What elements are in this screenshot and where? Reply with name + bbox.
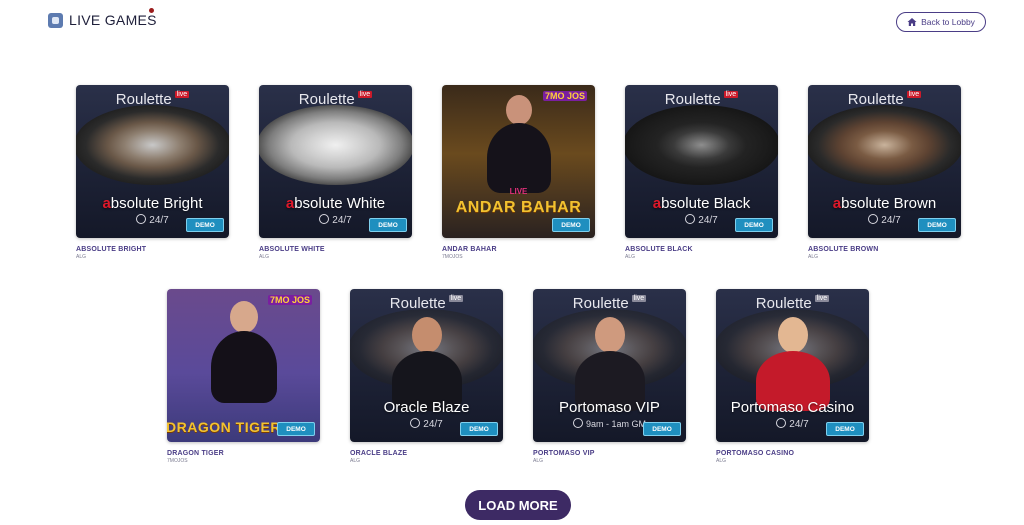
dealer-body-image [210,331,277,403]
game-provider: ALG [808,254,819,260]
game-thumbnail[interactable]: Roulette live absolute Bright 24/7 DEMO [76,85,229,238]
game-title[interactable]: ANDAR BAHAR [442,246,595,253]
game-provider: 7MOJOS [167,458,188,464]
game-name-overlay: absolute Brown [832,195,937,212]
dealer-image [505,95,532,125]
live-games-icon [48,12,63,28]
notification-dot [149,8,154,13]
game-card-portomaso-vip[interactable]: Roulette live Portomaso VIP 9am - 1am GM … [533,289,686,464]
page-title: LIVE GAMES [69,12,157,28]
clock-icon [136,214,147,224]
game-thumbnail[interactable]: Roulette live absolute Brown 24/7 DEMO [808,85,961,238]
demo-button[interactable]: DEMO [918,218,956,232]
live-label: LIVE [509,187,528,196]
roulette-wheel-image [808,105,961,185]
roulette-label: Roulette live [115,91,190,108]
dealer-image [411,317,442,353]
roulette-wheel-image [625,105,778,185]
live-badge: live [723,91,739,98]
dealer-body-image [486,123,551,193]
roulette-wheel-image [259,105,412,185]
game-name-overlay: absolute Black [652,195,751,212]
game-title[interactable]: ABSOLUTE WHITE [259,246,412,253]
game-thumbnail[interactable]: Roulette live Portomaso Casino 24/7 DEMO [716,289,869,442]
game-provider: ALG [533,458,544,464]
back-to-lobby-button[interactable]: Back to Lobby [896,12,986,32]
live-badge: live [631,295,647,302]
clock-icon [410,418,421,428]
game-card-andar-bahar[interactable]: 7MO JOS LIVE ANDAR BAHAR DEMO ANDAR BAHA… [442,85,595,260]
live-badge: live [448,295,464,302]
game-card-absolute-bright[interactable]: Roulette live absolute Bright 24/7 DEMO A… [76,85,229,260]
game-name-overlay: Oracle Blaze [383,399,470,416]
game-card-oracle-blaze[interactable]: Roulette live Oracle Blaze 24/7 DEMO ORAC… [350,289,503,464]
demo-button[interactable]: DEMO [460,422,498,436]
dealer-image [594,317,625,353]
game-provider: ALG [350,458,361,464]
live-badge: live [174,91,190,98]
clock-icon [868,214,879,224]
game-title[interactable]: ABSOLUTE BLACK [625,246,778,253]
game-thumbnail[interactable]: Roulette live Oracle Blaze 24/7 DEMO [350,289,503,442]
page-header: LIVE GAMES [48,8,157,28]
game-thumbnail[interactable]: Roulette live absolute Black 24/7 DEMO [625,85,778,238]
game-title[interactable]: ORACLE BLAZE [350,450,503,457]
clock-icon [319,214,330,224]
game-title[interactable]: ABSOLUTE BROWN [808,246,961,253]
game-card-portomaso-casino[interactable]: Roulette live Portomaso Casino 24/7 DEMO … [716,289,869,464]
provider-logo: 7MO JOS [267,295,312,305]
dealer-image [777,317,808,353]
game-card-absolute-brown[interactable]: Roulette live absolute Brown 24/7 DEMO AB… [808,85,961,260]
game-provider: ALG [259,254,270,260]
demo-button[interactable]: DEMO [186,218,224,232]
game-title[interactable]: PORTOMASO VIP [533,450,686,457]
roulette-label: Roulette live [847,91,922,108]
clock-icon [572,418,583,428]
demo-button[interactable]: DEMO [643,422,681,436]
live-badge: live [814,295,830,302]
demo-button[interactable]: DEMO [277,422,315,436]
game-name-overlay: absolute White [285,195,386,212]
game-banner: ANDAR BAHAR [455,199,582,216]
roulette-label: Roulette live [298,91,373,108]
game-card-absolute-black[interactable]: Roulette live absolute Black 24/7 DEMO AB… [625,85,778,260]
roulette-label: Roulette live [572,295,647,312]
provider-logo: 7MO JOS [542,91,587,101]
game-provider: ALG [716,458,727,464]
roulette-label: Roulette live [389,295,464,312]
home-icon [907,18,917,26]
game-provider: 7MOJOS [442,254,463,260]
game-thumbnail[interactable]: 7MO JOS DRAGON TIGER DEMO [167,289,320,442]
demo-button[interactable]: DEMO [735,218,773,232]
game-title[interactable]: DRAGON TIGER [167,450,320,457]
game-thumbnail[interactable]: Roulette live absolute White 24/7 DEMO [259,85,412,238]
game-title[interactable]: PORTOMASO CASINO [716,450,869,457]
live-badge: live [906,91,922,98]
demo-button[interactable]: DEMO [369,218,407,232]
roulette-label: Roulette live [664,91,739,108]
game-name-overlay: absolute Bright [102,195,203,212]
demo-button[interactable]: DEMO [826,422,864,436]
roulette-wheel-image [76,105,229,185]
game-provider: ALG [76,254,87,260]
game-thumbnail[interactable]: Roulette live Portomaso VIP 9am - 1am GM … [533,289,686,442]
game-provider: ALG [625,254,636,260]
game-name-overlay: Portomaso Casino [730,399,855,416]
dealer-image [229,301,258,333]
game-card-absolute-white[interactable]: Roulette live absolute White 24/7 DEMO AB… [259,85,412,260]
live-badge: live [357,91,373,98]
game-card-dragon-tiger[interactable]: 7MO JOS DRAGON TIGER DEMO DRAGON TIGER 7… [167,289,320,464]
demo-button[interactable]: DEMO [552,218,590,232]
game-title[interactable]: ABSOLUTE BRIGHT [76,246,229,253]
clock-icon [776,418,787,428]
game-name-overlay: Portomaso VIP [559,399,660,416]
game-thumbnail[interactable]: 7MO JOS LIVE ANDAR BAHAR DEMO [442,85,595,238]
roulette-label: Roulette live [755,295,830,312]
load-more-button[interactable]: LOAD MORE [465,490,571,520]
clock-icon [685,214,696,224]
back-to-lobby-label: Back to Lobby [921,17,975,27]
